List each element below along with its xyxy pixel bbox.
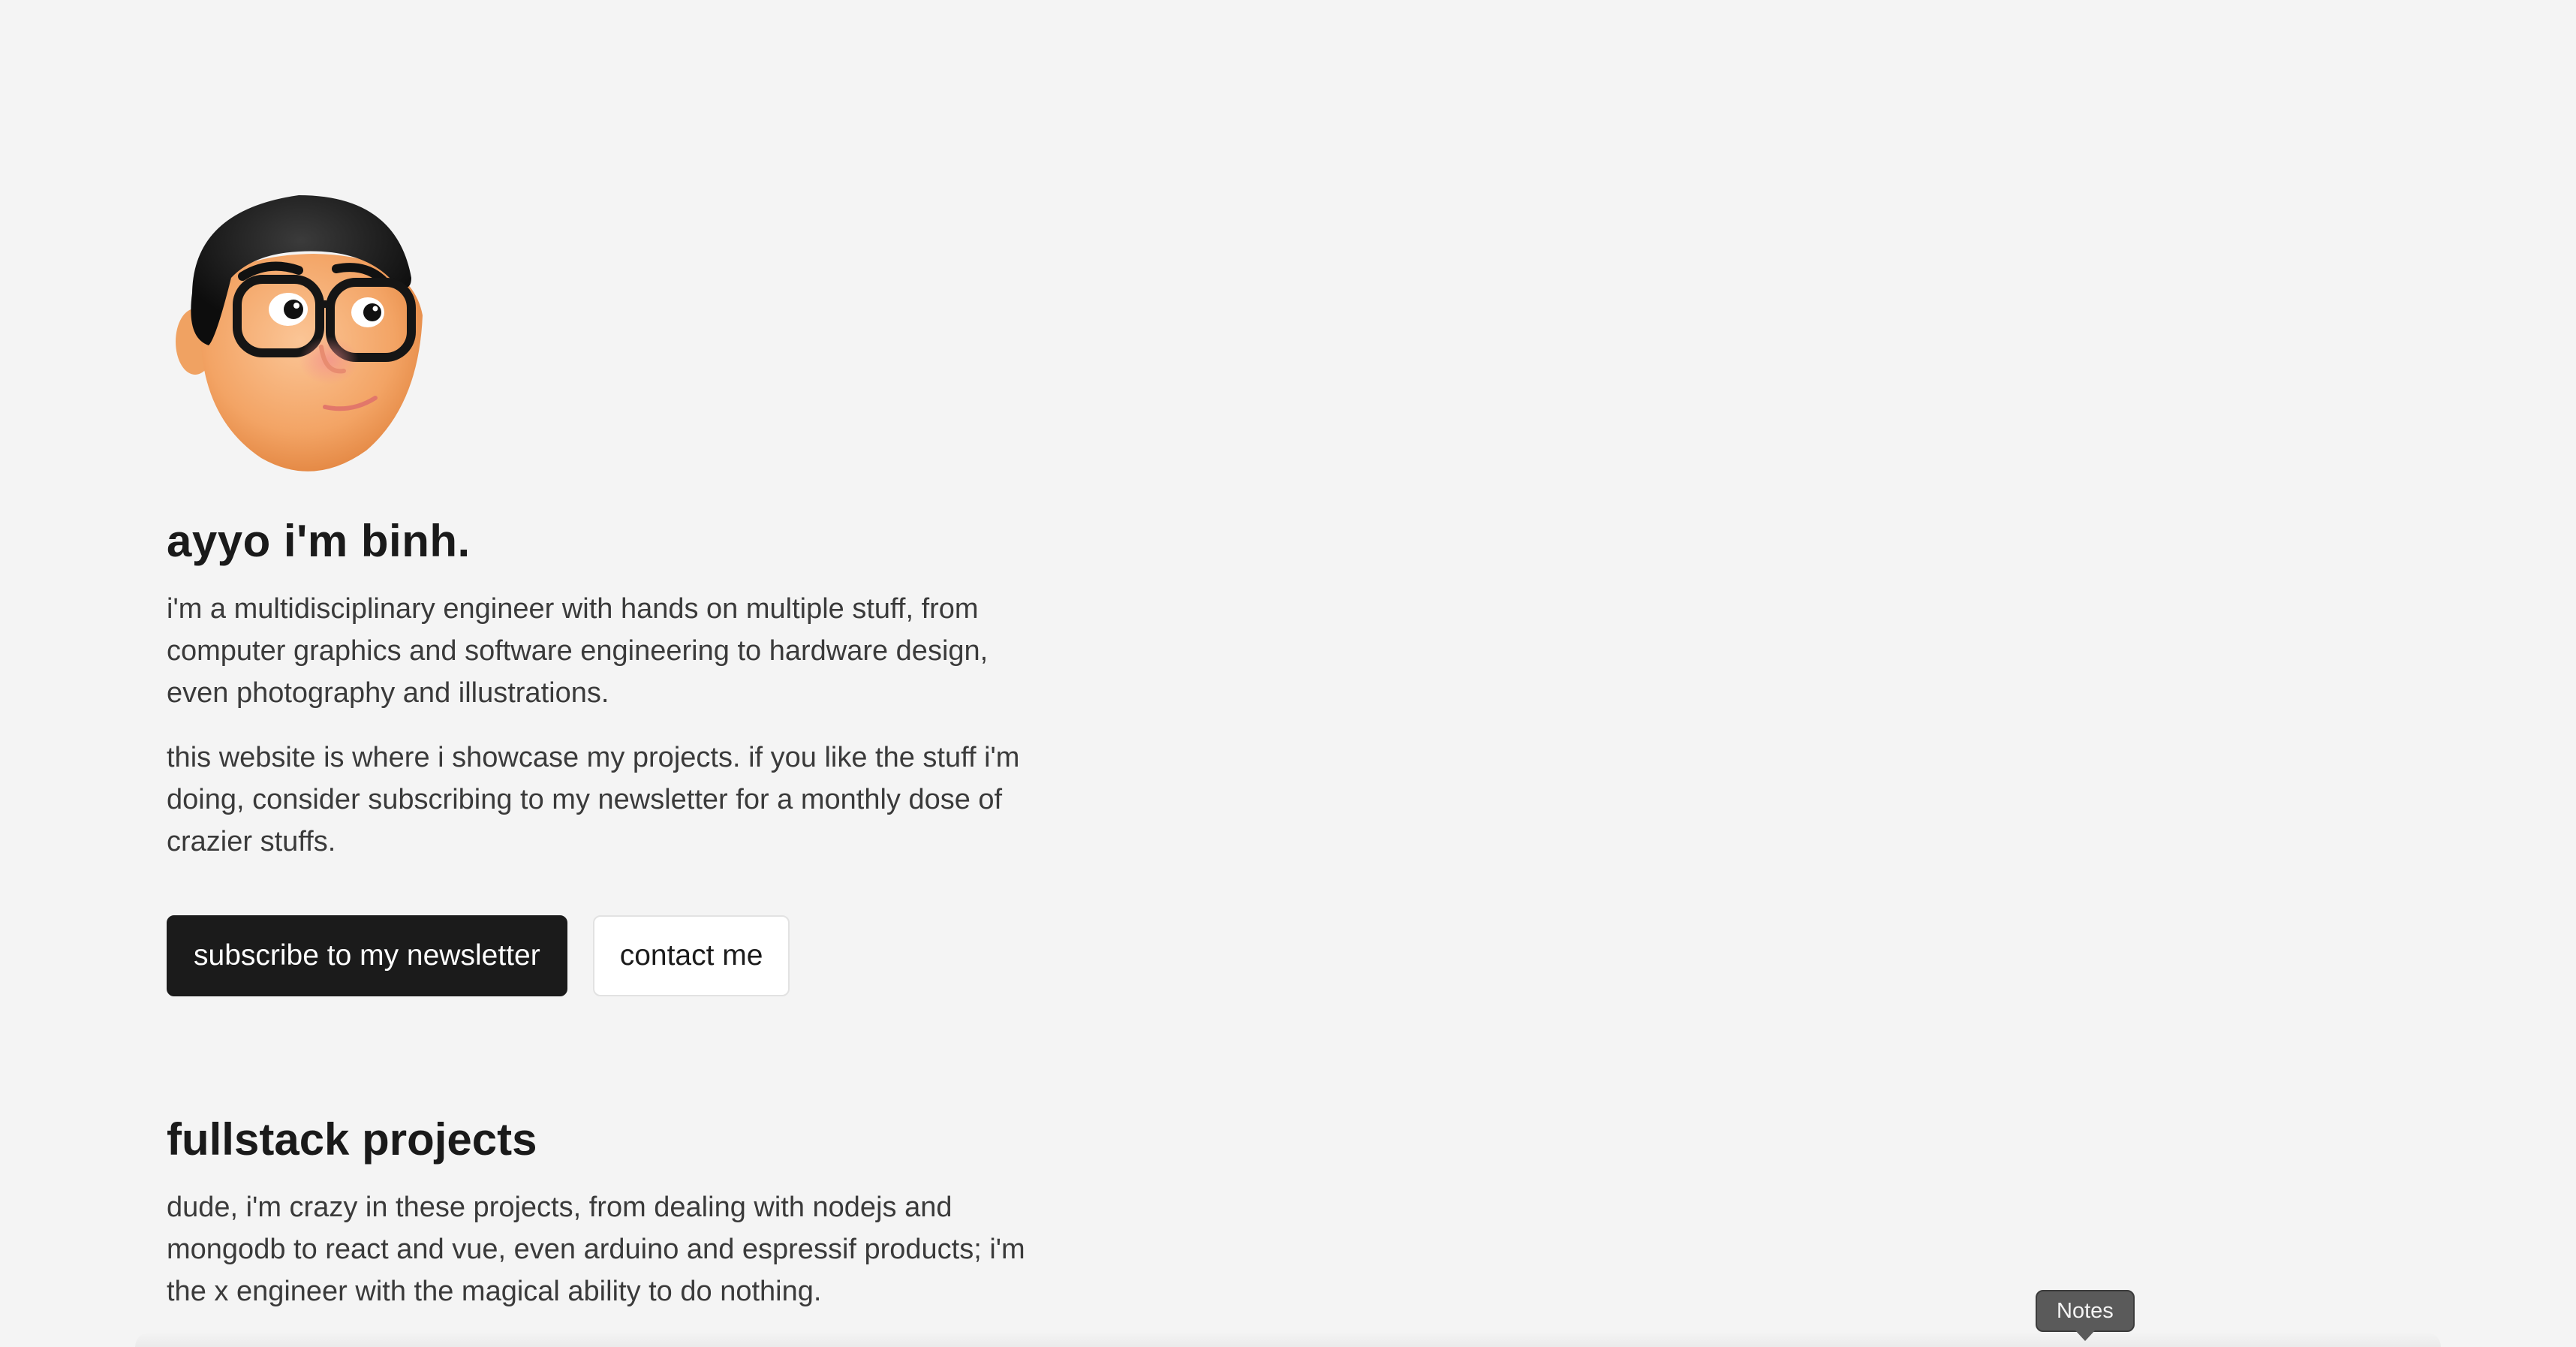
contact-button[interactable]: contact me xyxy=(592,915,790,996)
hero-intro: i'm a multidisciplinary engineer with ha… xyxy=(167,593,989,709)
hero-title: ayyo i'm binh. xyxy=(167,516,471,566)
dock-tooltip: Notes xyxy=(2036,1290,2135,1341)
dock xyxy=(135,1332,2441,1347)
hero-buttons: subscribe to my newsletter contact me xyxy=(167,915,1037,996)
avatar xyxy=(176,195,423,472)
fullstack-description: dude, i'm crazy in these projects, from … xyxy=(167,1192,1025,1307)
hero-showcase: this website is where i showcase my proj… xyxy=(167,742,1020,857)
subscribe-button[interactable]: subscribe to my newsletter xyxy=(167,915,567,996)
fullstack-section-title: fullstack projects xyxy=(167,1114,537,1165)
main-content: ayyo i'm binh. i'm a multidisciplinary e… xyxy=(167,188,1037,1335)
page: ayyo i'm binh. i'm a multidisciplinary e… xyxy=(0,0,2576,1347)
